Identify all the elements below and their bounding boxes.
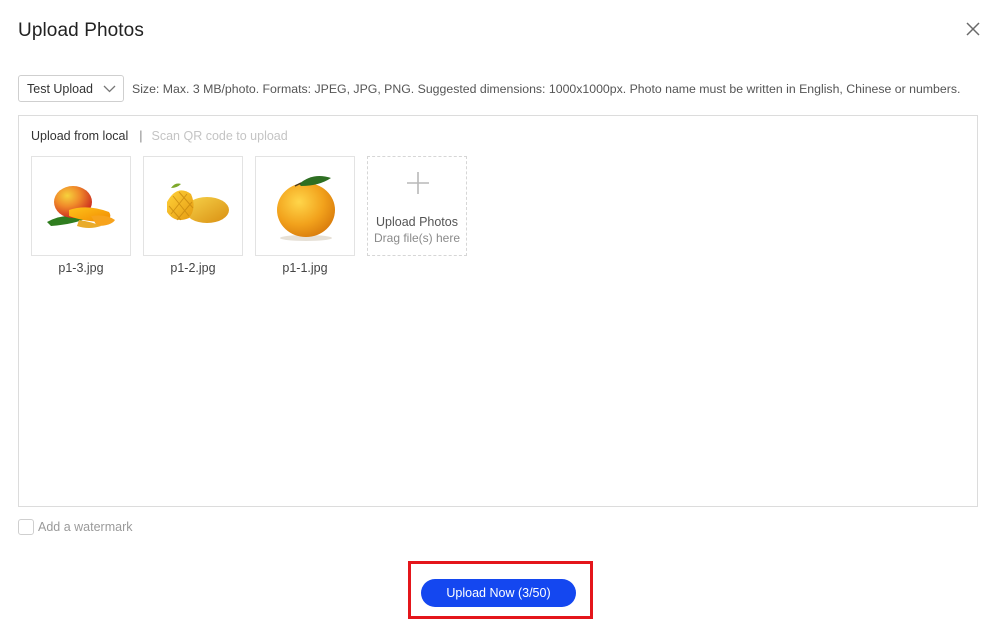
tab-scan-qr-code[interactable]: Scan QR code to upload	[152, 129, 288, 143]
chevron-down-icon	[103, 85, 116, 92]
photo-thumbnail[interactable]	[31, 156, 131, 256]
dropzone-subtitle: Drag file(s) here	[373, 231, 461, 245]
album-select-value: Test Upload	[27, 81, 94, 96]
photo-item: p1-3.jpg	[31, 156, 131, 275]
tab-separator: |	[139, 129, 143, 143]
close-icon[interactable]	[962, 18, 984, 40]
photo-filename: p1-3.jpg	[58, 261, 104, 275]
toolbar: Test Upload Size: Max. 3 MB/photo. Forma…	[18, 75, 960, 102]
photo-thumbnail[interactable]	[143, 156, 243, 256]
watermark-label: Add a watermark	[38, 520, 133, 534]
photo-item: p1-1.jpg	[255, 156, 355, 275]
source-tabs: Upload from local | Scan QR code to uplo…	[31, 129, 288, 143]
upload-photos-dialog: Upload Photos Test Upload Size: Max. 3 M…	[0, 0, 996, 644]
whole-mango-image	[277, 176, 335, 241]
tab-upload-from-local[interactable]: Upload from local	[31, 129, 128, 143]
mango-slices-image	[47, 186, 115, 228]
upload-now-button[interactable]: Upload Now (3/50)	[421, 579, 576, 607]
upload-requirements-hint: Size: Max. 3 MB/photo. Formats: JPEG, JP…	[132, 81, 961, 96]
upload-photos-dropzone[interactable]: Upload Photos Drag file(s) here	[367, 156, 467, 256]
dialog-title: Upload Photos	[18, 20, 144, 41]
upload-panel: Upload from local | Scan QR code to uplo…	[18, 115, 978, 507]
plus-icon	[407, 172, 429, 194]
album-select[interactable]: Test Upload	[18, 75, 124, 102]
photo-item: p1-2.jpg	[143, 156, 243, 275]
photo-filename: p1-2.jpg	[170, 261, 216, 275]
photo-filename: p1-1.jpg	[282, 261, 328, 275]
dropzone-title: Upload Photos	[375, 215, 458, 229]
photo-thumbnail[interactable]	[255, 156, 355, 256]
watermark-checkbox[interactable]	[18, 519, 34, 535]
watermark-option[interactable]: Add a watermark	[18, 519, 132, 535]
mango-cubed-image	[167, 183, 229, 223]
